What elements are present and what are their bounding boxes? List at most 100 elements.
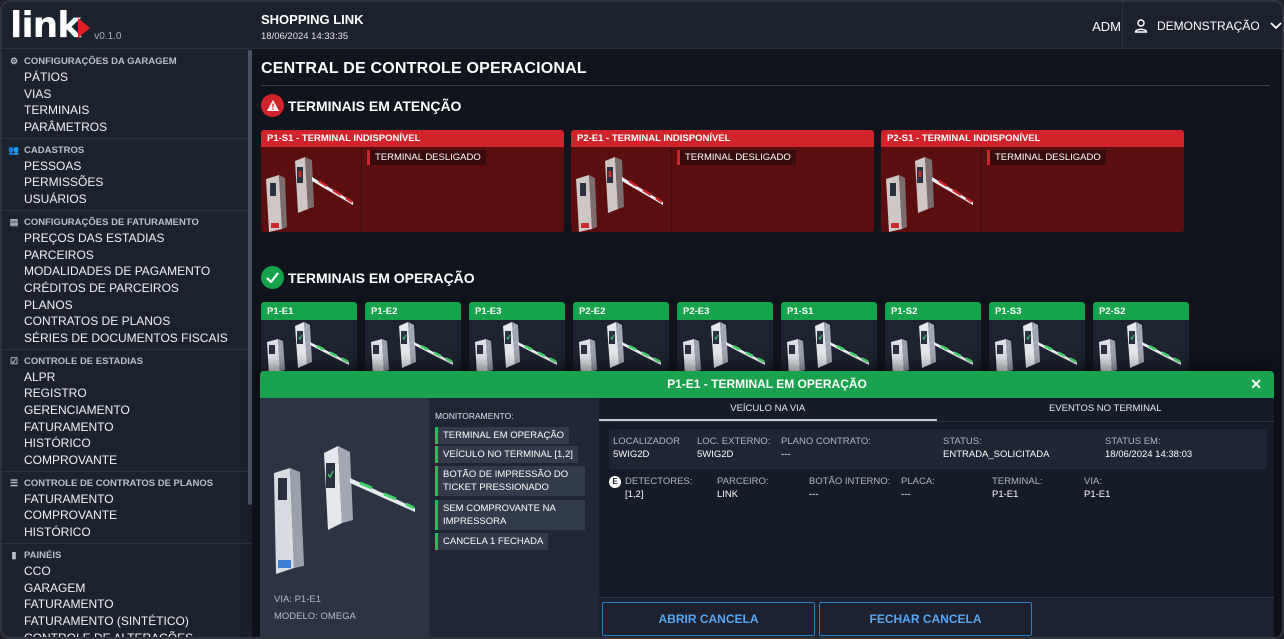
card-title: P2-E3 [677, 302, 773, 320]
sidebar-item[interactable]: PARÂMETROS [2, 119, 252, 136]
operation-terminal-card[interactable]: P1-S2 [885, 302, 981, 377]
sidebar-item[interactable]: PARCEIROS [2, 247, 252, 264]
sidebar-section-title: CONFIGURAÇÕES DA GARAGEM [24, 56, 177, 67]
sidebar-item[interactable]: COMPROVANTE [2, 507, 252, 524]
close-gate-button[interactable]: FECHAR CANCELA [819, 602, 1032, 636]
loc-externo-field: LOC. EXTERNO: 5WIG2D [697, 436, 771, 460]
operation-terminal-card[interactable]: P1-S1 [781, 302, 877, 377]
monitor-tag: SEM COMPROVANTE NA IMPRESSORA [435, 500, 585, 530]
operation-title: TERMINAIS EM OPERAÇÃO [288, 269, 475, 286]
monitor-tag: TERMINAL EM OPERAÇÃO [435, 427, 570, 444]
sidebar-item[interactable]: FATURAMENTO [2, 491, 252, 508]
sidebar-item[interactable]: ALPR [2, 369, 252, 386]
role-label: ADM [1092, 19, 1121, 34]
sidebar-item[interactable]: MODALIDADES DE PAGAMENTO [2, 263, 252, 280]
sidebar-item[interactable]: CRÉDITOS DE PARCEIROS [2, 280, 252, 297]
attention-terminal-card[interactable]: P1-S1 - TERMINAL INDISPONÍVEL TERMINAL D… [261, 130, 564, 232]
entry-badge: E [609, 476, 621, 488]
card-title: P1-S1 [781, 302, 877, 320]
card-divider [981, 147, 982, 232]
sidebar-item[interactable]: COMPROVANTE [2, 452, 252, 469]
sidebar-item[interactable]: GARAGEM [2, 580, 252, 597]
sidebar-section-title: CONTROLE DE ESTADIAS [24, 355, 144, 367]
user-name: DEMONSTRAÇÃO [1157, 18, 1260, 33]
sidebar-section: ▮ PAINÉIS CCO GARAGEM FATURAMENTO FATURAMENTO… [2, 544, 252, 637]
terminal-online-icon [469, 320, 565, 377]
model-label: MODELO: OMEGA [274, 611, 356, 622]
sidebar-item[interactable]: VIAS [2, 86, 252, 103]
card-title: P2-S2 [1093, 302, 1189, 320]
sidebar-item[interactable]: CONTRATOS DE PLANOS [2, 313, 252, 330]
sidebar-item[interactable]: HISTÓRICO [2, 524, 252, 541]
terminal-offline-icon [261, 147, 361, 232]
operation-terminal-card[interactable]: P2-E3 [677, 302, 773, 377]
monitor-tag: VEÍCULO NO TERMINAL [1,2] [435, 446, 578, 463]
chevron-down-icon [1270, 21, 1282, 29]
check-circle-icon [261, 266, 284, 289]
close-icon[interactable]: ✕ [1250, 371, 1262, 398]
placa-field: PLACA: --- [901, 476, 935, 500]
operation-terminal-card[interactable]: P1-E1 [261, 302, 357, 377]
tab-terminal-events[interactable]: EVENTOS NO TERMINAL [937, 398, 1275, 421]
attention-title: TERMINAIS EM ATENÇÃO [288, 97, 462, 114]
sidebar-section: ☑ CONTROLE DE ESTADIAS ALPR REGISTRO GERENCI… [2, 350, 252, 472]
parceiro-field: PARCEIRO: LINK [717, 476, 769, 500]
sidebar-item[interactable]: FATURAMENTO [2, 596, 252, 613]
sidebar-section: ☰ CONTROLE DE CONTRATOS DE PLANOS FATURAME… [2, 472, 252, 544]
terminal-status-tag: TERMINAL DESLIGADO [677, 150, 796, 165]
terminal-online-icon [365, 320, 461, 377]
sidebar-section-header: ☰ CONTROLE DE CONTRATOS DE PLANOS [2, 476, 252, 491]
sidebar-item[interactable]: PÁTIOS [2, 69, 252, 86]
plano-contrato-field: PLANO CONTRATO: --- [781, 436, 871, 460]
app-window: link v0.1.0 ⚙ CONFIGURAÇÕES DA GARAGEM PÁT… [0, 0, 1284, 639]
sidebar-item[interactable]: CCO [2, 563, 252, 580]
operation-terminal-card[interactable]: P2-E2 [573, 302, 669, 377]
attention-terminal-card[interactable]: P2-E1 - TERMINAL INDISPONÍVEL TERMINAL D… [571, 130, 874, 232]
sidebar-item[interactable]: PESSOAS [2, 158, 252, 175]
topbar: SHOPPING LINK 18/06/2024 14:33:35 ADM DE… [252, 2, 1282, 49]
terminal-preview: VIA: P1-E1 MODELO: OMEGA [260, 398, 429, 637]
sidebar-item[interactable]: PREÇOS DAS ESTADIAS [2, 230, 252, 247]
sidebar-item[interactable]: REGISTRO [2, 385, 252, 402]
operation-terminal-card[interactable]: P1-S3 [989, 302, 1085, 377]
sidebar-item[interactable]: FATURAMENTO [2, 419, 252, 436]
tab-vehicle-on-lane[interactable]: VEÍCULO NA VIA [599, 398, 937, 421]
link-logo[interactable]: link [10, 8, 91, 44]
logo-accent-icon [78, 18, 91, 38]
user-icon [1134, 18, 1148, 33]
sidebar-item[interactable]: USUÁRIOS [2, 191, 252, 208]
brand: link v0.1.0 [2, 2, 252, 49]
open-gate-button[interactable]: ABRIR CANCELA [602, 602, 815, 636]
operation-terminal-card[interactable]: P1-E2 [365, 302, 461, 377]
via-field: VIA: P1-E1 [1084, 476, 1111, 500]
sidebar-section: 👥 CADASTROS PESSOAS PERMISSÕES USUÁRIOS [2, 139, 252, 211]
vehicle-info-box: LOCALIZADOR 5WIG2D LOC. EXTERNO: 5WIG2D PL… [609, 429, 1267, 469]
card-title: P1-S1 - TERMINAL INDISPONÍVEL [261, 130, 564, 147]
title-divider [261, 85, 1270, 86]
card-divider [361, 147, 362, 232]
sidebar-item[interactable]: HISTÓRICO [2, 435, 252, 452]
sidebar-item[interactable]: PLANOS [2, 297, 252, 314]
terminal-status-tag: TERMINAL DESLIGADO [987, 150, 1106, 165]
sidebar-item[interactable]: PERMISSÕES [2, 174, 252, 191]
sidebar-item[interactable]: CONTROLE DE ALTERAÇÕES [2, 630, 252, 637]
card-title: P1-S2 [885, 302, 981, 320]
current-datetime: 18/06/2024 14:33:35 [261, 31, 349, 42]
sidebar-section-header: 👥 CADASTROS [2, 143, 252, 158]
attention-terminal-card[interactable]: P2-S1 - TERMINAL INDISPONÍVEL TERMINAL D… [881, 130, 1184, 232]
sidebar-item[interactable]: FATURAMENTO (SINTÉTICO) [2, 613, 252, 630]
terminal-status-tag: TERMINAL DESLIGADO [367, 150, 486, 165]
terminal-online-icon [781, 320, 877, 377]
sidebar-section-title: PAINÉIS [24, 549, 62, 561]
sidebar-item[interactable]: SÉRIES DE DOCUMENTOS FISCAIS [2, 330, 252, 347]
sidebar-item[interactable]: GERENCIAMENTO [2, 402, 252, 419]
operation-terminal-card[interactable]: P1-E3 [469, 302, 565, 377]
operation-terminal-card[interactable]: P2-S2 [1093, 302, 1189, 377]
terminal-online-icon [261, 320, 357, 377]
via-label: VIA: P1-E1 [274, 594, 321, 605]
operation-section-title: TERMINAIS EM OPERAÇÃO [261, 266, 475, 289]
sidebar-item[interactable]: TERMINAIS [2, 102, 252, 119]
terminal-online-icon [989, 320, 1085, 377]
user-menu[interactable]: DEMONSTRAÇÃO [1122, 2, 1282, 49]
status-field: STATUS: ENTRADA_SOLICITADA [943, 436, 1050, 460]
